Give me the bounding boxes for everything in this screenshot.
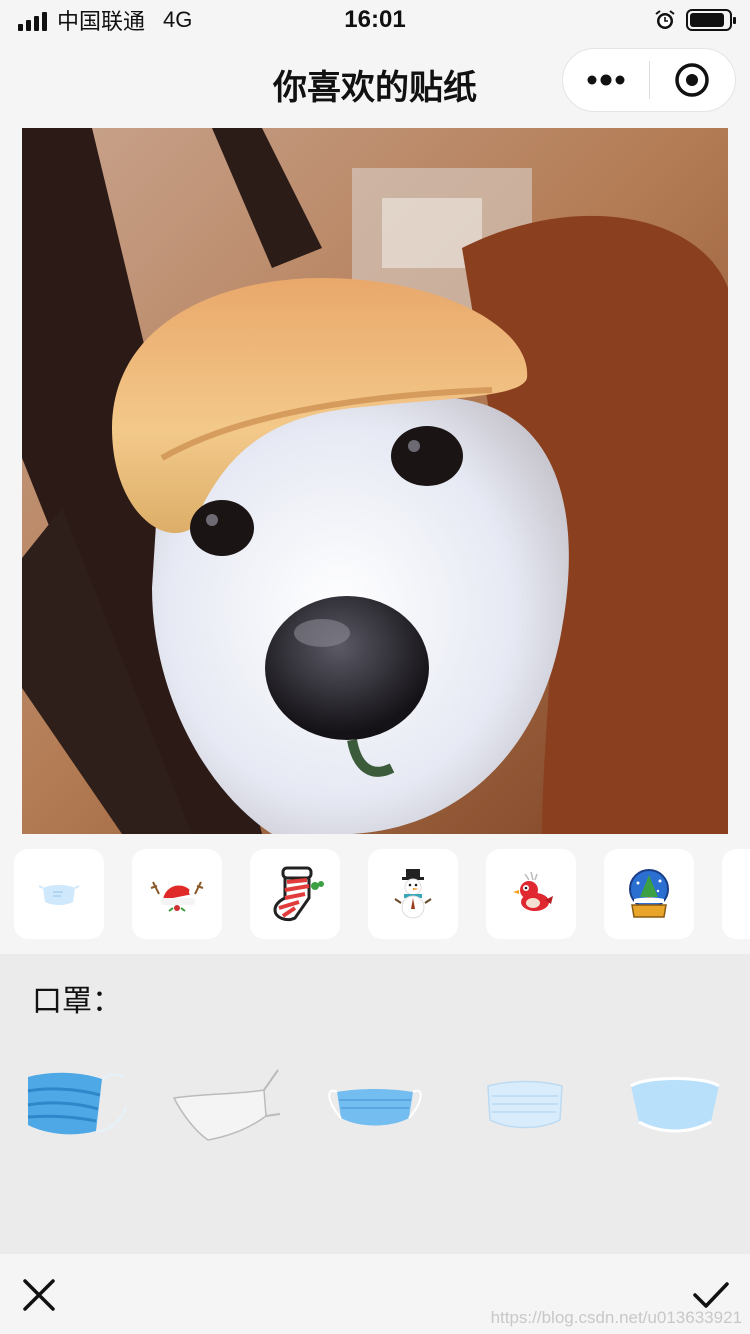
more-button[interactable] (563, 48, 649, 112)
close-program-button[interactable] (650, 48, 736, 112)
light-blue-mask-icon (487, 1080, 563, 1129)
christmas-hat-icon (150, 881, 204, 912)
blue-mask-icon (328, 1089, 422, 1126)
category-gingerbread[interactable] (722, 849, 750, 939)
snowman-icon (394, 869, 432, 919)
more-icon (587, 74, 625, 86)
status-time: 16:01 (344, 6, 406, 33)
light-blue-mask-icon (630, 1077, 720, 1133)
bird-icon (513, 871, 553, 911)
mask-option[interactable] (450, 1064, 600, 1144)
blue-mask-icon (27, 1072, 127, 1135)
panel-category-label: 口罩： (32, 985, 122, 1018)
pink-mask-icon (320, 1244, 430, 1254)
mask-icon (39, 885, 79, 905)
status-left: 中国联通 4G (18, 4, 192, 36)
category-bird[interactable] (486, 849, 576, 939)
mask-option[interactable] (150, 1234, 300, 1254)
mask-option[interactable] (150, 1064, 300, 1144)
nav-bar: 你喜欢的贴纸 (0, 40, 750, 128)
mask-option[interactable] (450, 1234, 600, 1254)
christmas-stocking-icon (273, 866, 324, 922)
snow-globe-icon (629, 869, 669, 918)
status-right (654, 9, 736, 31)
target-icon (675, 63, 709, 97)
category-snowman[interactable] (368, 849, 458, 939)
alarm-icon (655, 10, 675, 29)
white-mask-icon (175, 1244, 275, 1254)
bottom-action-bar: https://blog.csdn.net/u013633921 (0, 1254, 750, 1334)
category-snow-globe[interactable] (604, 849, 694, 939)
white-mask-icon (172, 1069, 280, 1141)
dog-photo-image (22, 128, 728, 834)
category-mask[interactable] (14, 849, 104, 939)
mask-option[interactable] (600, 1064, 750, 1144)
carrier-label: 中国联通 (57, 9, 146, 34)
mask-option[interactable] (0, 1234, 150, 1254)
mask-grid (0, 1064, 750, 1254)
mini-program-capsule (562, 48, 736, 112)
mask-option[interactable] (0, 1064, 150, 1144)
mask-option[interactable] (300, 1234, 450, 1254)
gingerbread-icon (745, 872, 750, 916)
checkmark-icon[interactable] (692, 1278, 730, 1312)
category-stocking[interactable] (250, 849, 340, 939)
mask-option[interactable] (300, 1064, 450, 1144)
battery-level (690, 13, 725, 27)
page-title: 你喜欢的贴纸 (273, 68, 477, 107)
sticker-panel: 口罩： (0, 954, 750, 1254)
category-christmas-hat[interactable] (132, 849, 222, 939)
blue-mask-icon (470, 1244, 580, 1254)
battery-icon (686, 9, 736, 31)
watermark-text: https://blog.csdn.net/u013633921 (490, 1308, 742, 1327)
blue-mask-icon (25, 1244, 125, 1254)
sticker-category-list (0, 834, 750, 954)
sticker-editor-screen: 中国联通 4G 16:01 你喜欢的贴纸 口罩： https://blog.cs… (0, 0, 750, 1334)
network-label: 4G (163, 7, 193, 32)
signal-icon (18, 9, 47, 31)
photo-canvas[interactable] (22, 128, 728, 834)
status-bar: 中国联通 4G 16:01 (0, 0, 750, 40)
close-icon[interactable] (22, 1278, 56, 1312)
